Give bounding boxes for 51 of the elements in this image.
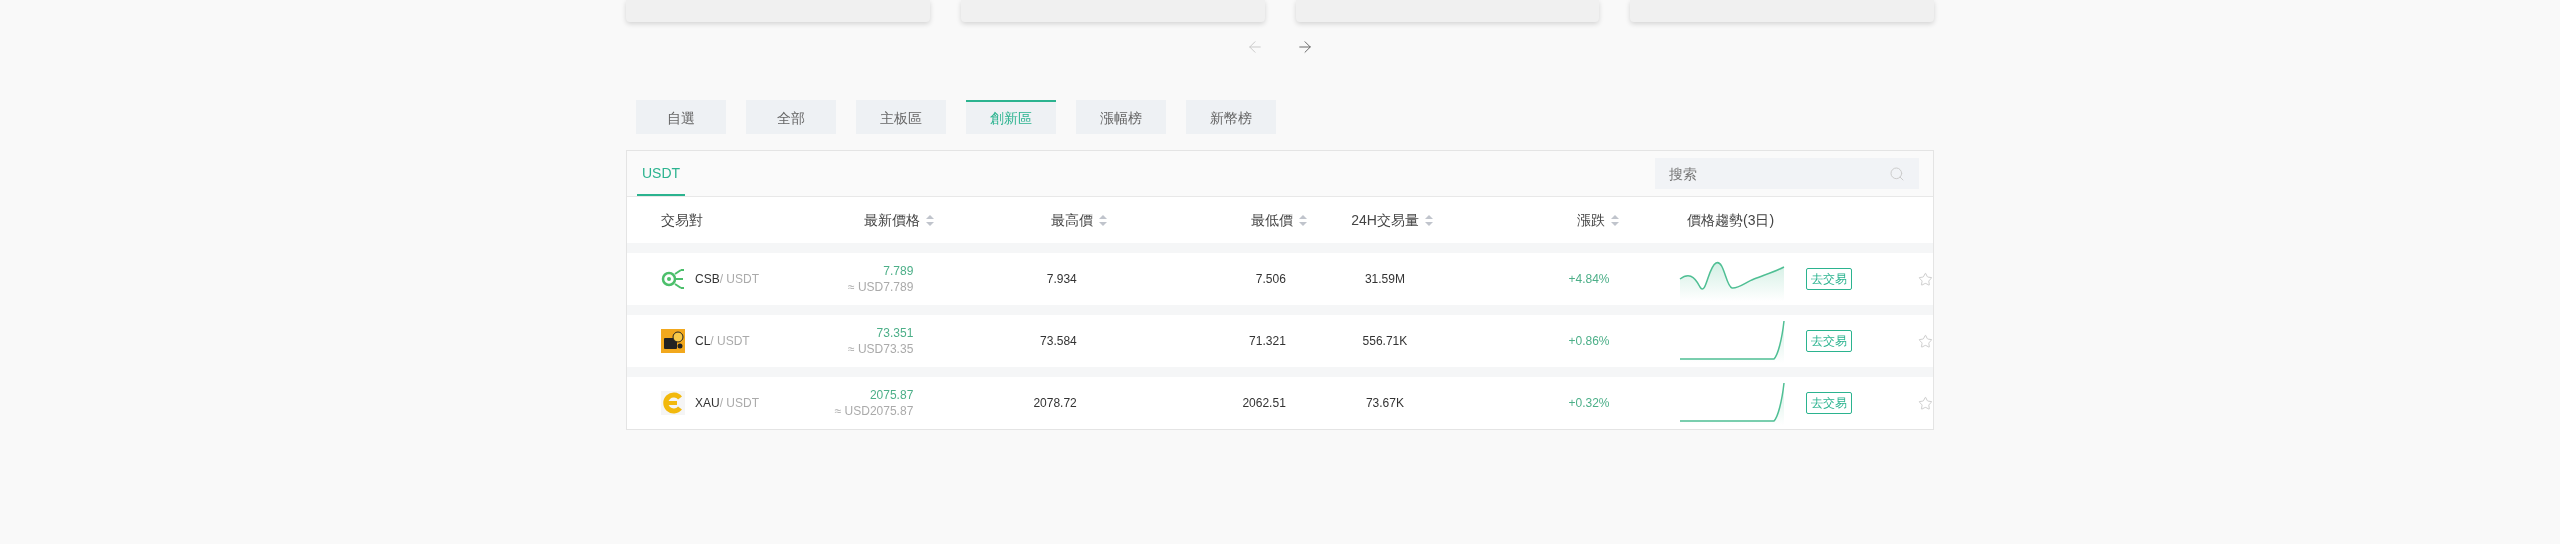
coin-icon (661, 269, 685, 289)
usd-price: ≈ USD7.789 (848, 279, 914, 295)
usd-price: ≈ USD73.35 (848, 341, 914, 357)
change-value: +0.32% (1568, 396, 1610, 410)
category-tab[interactable]: 主板區 (856, 100, 946, 134)
category-tab[interactable]: 漲幅榜 (1076, 100, 1166, 134)
coin-icon (661, 329, 685, 353)
sort-icon[interactable] (1611, 214, 1619, 226)
high-price: 2078.72 (1033, 396, 1077, 410)
high-price: 7.934 (1046, 272, 1077, 286)
low-price: 2062.51 (1242, 396, 1286, 410)
last-price: 7.789 (883, 263, 914, 279)
category-tab[interactable]: 自選 (636, 100, 726, 134)
next-arrow-icon[interactable] (1296, 38, 1314, 56)
search-field[interactable]: 搜索 (1655, 158, 1919, 189)
low-price: 7.506 (1255, 272, 1286, 286)
card[interactable] (626, 0, 930, 22)
category-tab[interactable]: 全部 (746, 100, 836, 134)
pair-name[interactable]: XAU/ USDT (695, 394, 760, 412)
sort-icon[interactable] (1299, 214, 1307, 226)
low-price: 71.321 (1249, 334, 1286, 348)
pair-name[interactable]: CL/ USDT (695, 332, 750, 350)
coin-icon (661, 391, 685, 415)
column-header[interactable]: 最低價 (1251, 209, 1293, 231)
card[interactable] (960, 0, 1265, 22)
search-icon[interactable] (1889, 166, 1905, 182)
column-header: 交易對 (661, 210, 703, 230)
card[interactable] (1630, 0, 1934, 22)
column-header[interactable]: 漲跌 (1577, 209, 1605, 231)
column-header: 價格趨勢(3日) (1687, 210, 1775, 230)
sort-icon[interactable] (1099, 214, 1107, 226)
sort-icon[interactable] (926, 214, 934, 226)
volume-value: 73.67K (1365, 396, 1404, 410)
column-header[interactable]: 24H交易量 (1351, 209, 1419, 231)
favorite-star-icon[interactable] (1918, 395, 1933, 411)
usd-price: ≈ USD2075.87 (834, 403, 914, 419)
last-price: 2075.87 (869, 387, 914, 403)
volume-value: 556.71K (1362, 334, 1408, 348)
high-price: 73.584 (1040, 334, 1077, 348)
favorite-star-icon[interactable] (1918, 271, 1933, 287)
change-value: +0.86% (1568, 334, 1610, 348)
volume-value: 31.59M (1364, 272, 1405, 286)
sort-icon[interactable] (1424, 214, 1433, 226)
column-header[interactable]: 最高價 (1051, 209, 1093, 231)
pair-name[interactable]: CSB/ USDT (695, 270, 760, 288)
card[interactable] (1295, 0, 1600, 22)
category-tab[interactable]: 新幣榜 (1186, 100, 1276, 134)
last-price: 73.351 (876, 325, 914, 341)
change-value: +4.84% (1568, 272, 1610, 286)
column-header[interactable]: 最新價格 (864, 209, 920, 231)
favorite-star-icon[interactable] (1918, 333, 1933, 349)
